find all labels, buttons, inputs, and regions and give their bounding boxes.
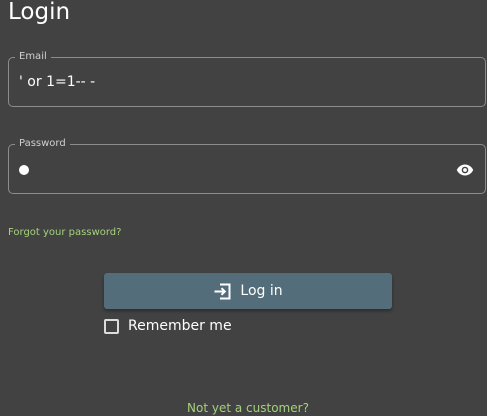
email-label: Email [15, 49, 51, 65]
eye-icon[interactable] [456, 162, 474, 176]
remember-me-checkbox[interactable] [104, 318, 119, 334]
login-button-label: Log in [240, 283, 283, 299]
login-button[interactable]: Log in [104, 273, 392, 309]
register-link[interactable]: Not yet a customer? [0, 400, 487, 416]
password-field[interactable]: Password [8, 136, 486, 194]
remember-me-label: Remember me [128, 318, 232, 334]
email-input[interactable]: ' or 1=1-- - [19, 73, 95, 91]
password-mask-dot[interactable] [19, 165, 29, 175]
password-label: Password [15, 136, 70, 152]
forgot-password-link[interactable]: Forgot your password? [8, 226, 121, 240]
email-field[interactable]: Email ' or 1=1-- - [8, 49, 486, 107]
login-icon [213, 282, 232, 301]
remember-me-toggle[interactable]: Remember me [104, 316, 232, 336]
login-page: Login Email ' or 1=1-- - Password Forgot… [0, 0, 487, 416]
page-title: Login [8, 0, 71, 25]
